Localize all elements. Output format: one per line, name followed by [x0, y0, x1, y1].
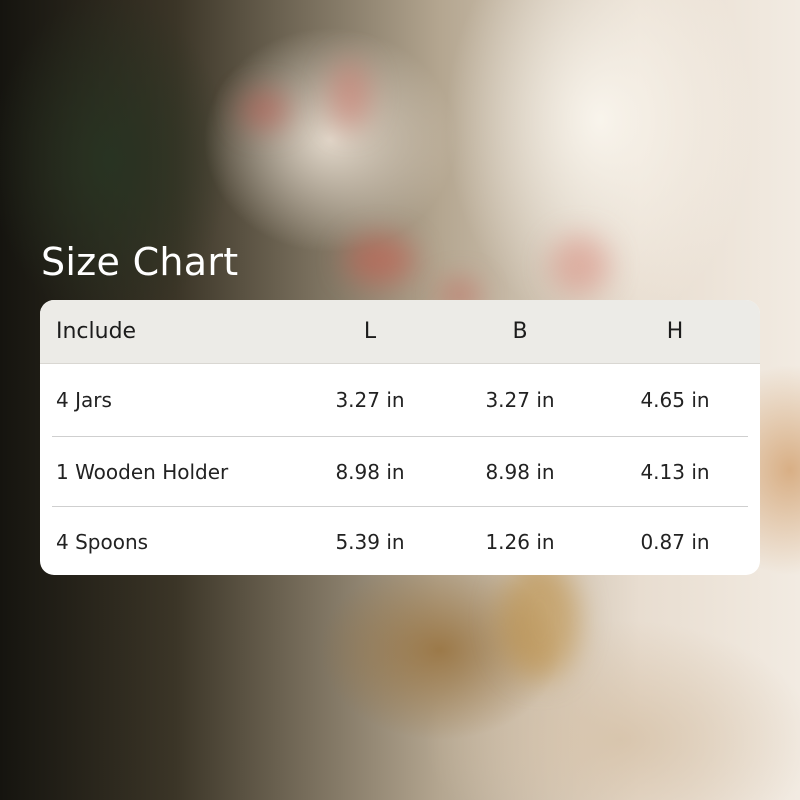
length-cell: 8.98 in: [335, 460, 405, 484]
background-blur-spot: [345, 235, 415, 285]
item-name-cell: 1 Wooden Holder: [56, 460, 229, 484]
item-name-cell: 4 Spoons: [56, 530, 149, 554]
length-cell: 3.27 in: [335, 388, 405, 412]
background-blur-spot: [550, 235, 610, 295]
table-header-row: Include L B H: [40, 300, 760, 364]
header-height: H: [666, 319, 684, 344]
header-breadth: B: [512, 319, 528, 344]
breadth-cell: 1.26 in: [485, 530, 555, 554]
height-cell: 4.13 in: [640, 460, 710, 484]
background-blur-spot: [240, 90, 290, 130]
length-cell: 5.39 in: [335, 530, 405, 554]
height-cell: 4.65 in: [640, 388, 710, 412]
height-cell: 0.87 in: [640, 530, 710, 554]
table-row: 4 Spoons 5.39 in 1.26 in 0.87 in: [40, 507, 760, 575]
header-include: Include: [56, 319, 137, 344]
breadth-cell: 3.27 in: [485, 388, 555, 412]
breadth-cell: 8.98 in: [485, 460, 555, 484]
background-blur-spot: [330, 60, 370, 130]
page-title: Size Chart: [41, 240, 239, 284]
table-row: 1 Wooden Holder 8.98 in 8.98 in 4.13 in: [40, 437, 760, 507]
background-blur-spot: [500, 560, 580, 680]
size-chart-table: Include L B H 4 Jars 3.27 in 3.27 in 4.6…: [40, 300, 760, 575]
item-name-cell: 4 Jars: [56, 388, 112, 412]
header-length: L: [363, 319, 377, 344]
table-row: 4 Jars 3.27 in 3.27 in 4.65 in: [40, 365, 760, 435]
